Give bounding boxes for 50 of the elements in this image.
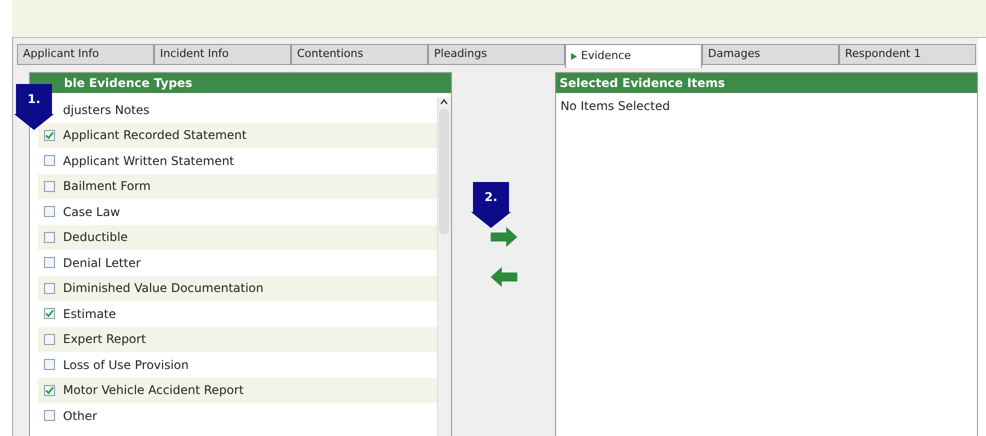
tab[interactable]: Pleadings (428, 44, 565, 65)
list-row[interactable]: Deductible (38, 224, 437, 250)
checkbox[interactable] (44, 282, 55, 294)
tab[interactable]: Respondent 1 (839, 44, 976, 65)
tab[interactable]: Contentions (291, 44, 428, 65)
checkbox[interactable] (44, 359, 55, 370)
callout-number: 2. (484, 189, 498, 206)
left-arrow-icon[interactable] (488, 267, 518, 287)
checkbox[interactable] (44, 155, 55, 166)
right-arrow-icon[interactable] (488, 227, 518, 247)
item-label: Applicant Written Statement (63, 152, 234, 170)
tab[interactable]: Incident Info (154, 44, 291, 65)
triangle-icon (571, 53, 577, 60)
checkbox[interactable] (44, 384, 55, 396)
tab[interactable]: Applicant Info (17, 44, 154, 65)
item-label: Case Law (63, 204, 120, 221)
item-label: Loss of Use Provision (63, 356, 189, 374)
checkbox[interactable] (44, 308, 55, 320)
list-row[interactable]: Expert Report (38, 326, 437, 352)
tab[interactable]: Evidence (565, 44, 702, 68)
checkbox[interactable] (44, 257, 55, 268)
item-label: Applicant Recorded Statement (63, 127, 247, 144)
panel-header: ble Evidence Types (30, 73, 451, 93)
item-label: Bailment Form (63, 178, 151, 196)
item-label: Estimate (63, 306, 116, 323)
checkbox[interactable] (44, 232, 55, 243)
list-row[interactable]: Applicant Recorded Statement (38, 122, 437, 148)
item-label: Motor Vehicle Accident Report (63, 382, 244, 400)
checkbox[interactable] (44, 206, 55, 218)
item-label: Expert Report (63, 331, 146, 348)
checkbox[interactable] (44, 410, 55, 422)
empty-message: No Items Selected (560, 99, 670, 113)
panel-header: Selected Evidence Items (556, 73, 978, 93)
item-label: Deductible (63, 229, 128, 246)
check-icon (45, 130, 54, 140)
list-row[interactable]: Bailment Form (38, 174, 437, 199)
callout-number: 1. (28, 91, 40, 108)
item-label[interactable]: djusters Notes (63, 100, 150, 119)
check-icon (45, 309, 54, 318)
tab[interactable]: Damages (702, 44, 839, 65)
item-label: Other (63, 408, 98, 425)
item-label: Denial Letter (63, 254, 141, 272)
check-icon (45, 386, 54, 395)
up-caret-icon[interactable] (439, 97, 450, 107)
list-row[interactable]: Diminished Value Documentation (38, 276, 437, 301)
checkbox[interactable] (44, 180, 55, 192)
list-row[interactable]: Motor Vehicle Accident Report (38, 378, 437, 403)
checkbox[interactable] (44, 334, 55, 345)
checkbox[interactable] (44, 130, 55, 141)
item-label: Diminished Value Documentation (63, 280, 264, 298)
